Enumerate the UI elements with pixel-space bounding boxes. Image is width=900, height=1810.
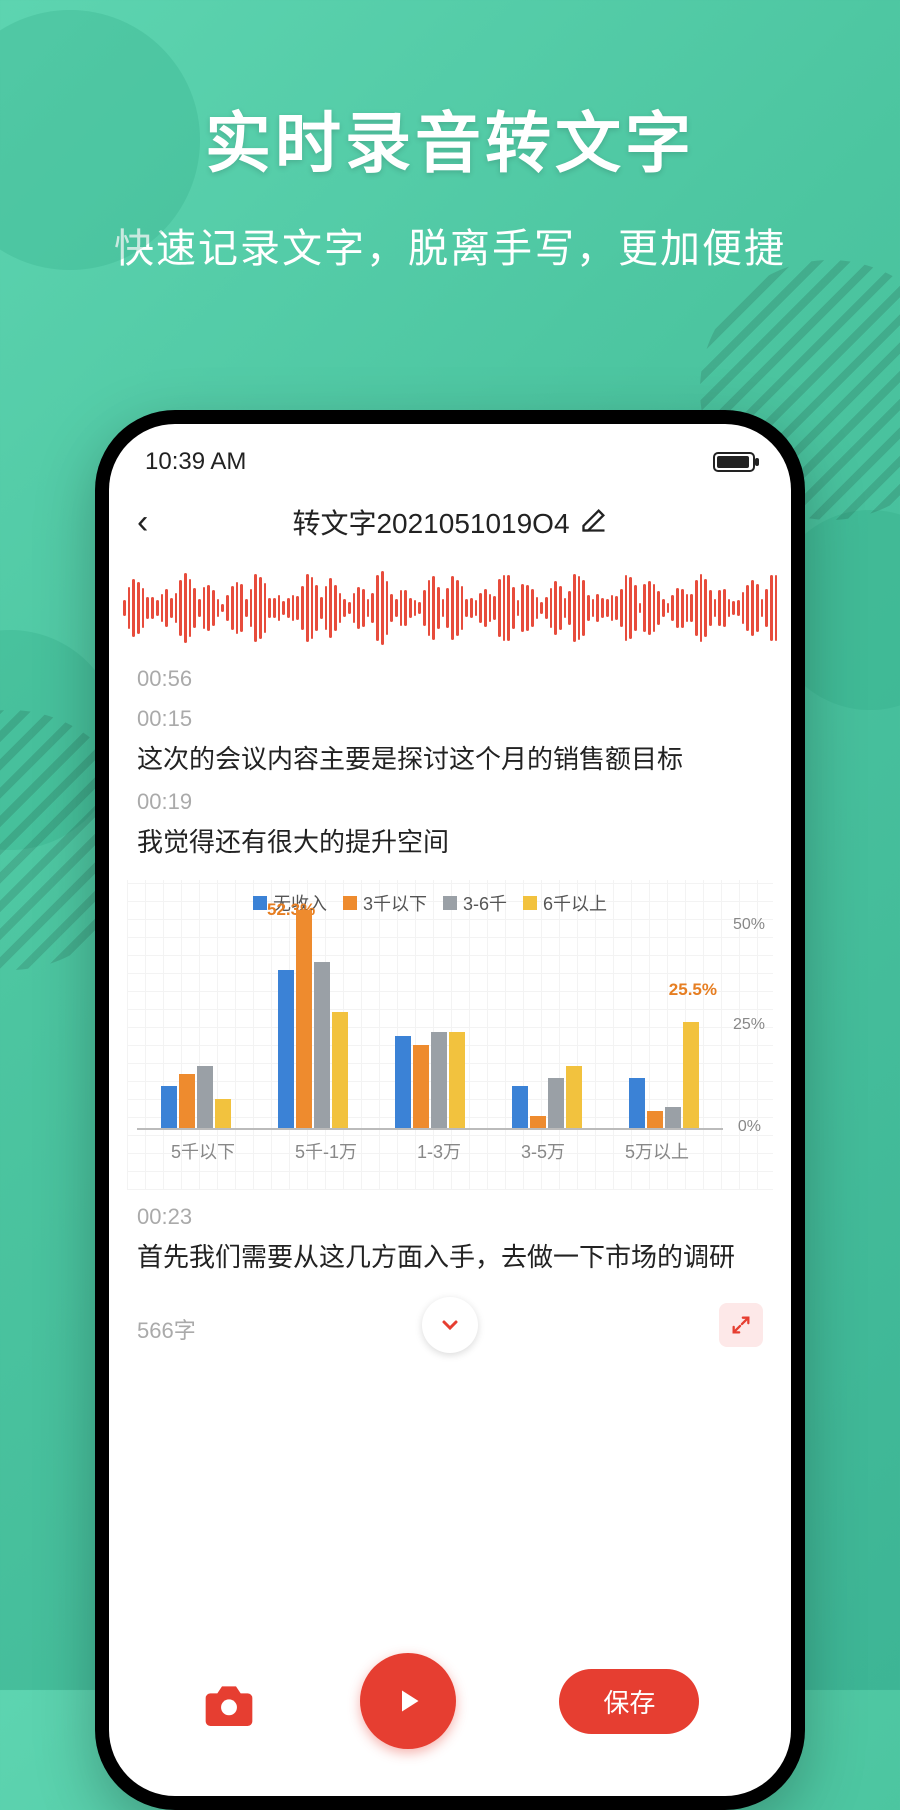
audio-waveform[interactable] [123,568,777,648]
collapse-button[interactable] [422,1297,478,1353]
bar [278,970,294,1128]
bar [683,1022,699,1128]
expand-icon [730,1314,752,1336]
bar [161,1086,177,1128]
edit-icon[interactable] [580,506,608,539]
play-icon [390,1683,426,1719]
entry-text: 这次的会议内容主要是探讨这个月的销售额目标 [137,740,763,779]
expand-button[interactable] [719,1303,763,1347]
word-count-bar: 566字 [109,1277,791,1353]
bar [647,1111,663,1128]
y-tick: 0% [738,1118,761,1136]
entry-text: 首先我们需要从这几方面入手，去做一下市场的调研 [137,1238,763,1277]
word-count: 566字 [137,1318,196,1343]
legend-item: 3-6千 [443,890,507,916]
bar-group [395,920,465,1128]
entry-timestamp: 00:19 [137,789,763,815]
transcript-entry: 00:19 我觉得还有很大的提升空间 [109,779,791,862]
bar [314,962,330,1128]
save-button[interactable]: 保存 [559,1669,699,1734]
bar [530,1116,546,1128]
chart-plot-area: 50% 25% 0% [137,920,723,1130]
entry-timestamp: 00:15 [137,706,763,732]
bar [296,910,312,1128]
bar [215,1099,231,1128]
transcript-entry: 00:23 首先我们需要从这几方面入手，去做一下市场的调研 [109,1194,791,1277]
nav-bar: ‹ 转文字2021051019O4 [109,486,791,562]
y-tick: 25% [733,1016,765,1034]
entry-text: 我觉得还有很大的提升空间 [137,823,763,862]
entry-timestamp: 00:23 [137,1204,763,1230]
bar [395,1036,411,1128]
bar [431,1032,447,1128]
bottom-toolbar: 保存 [109,1636,791,1796]
page-title: 转文字2021051019O4 [292,502,569,542]
bar-group [161,920,231,1128]
x-tick: 1-3万 [417,1138,461,1164]
camera-icon [201,1677,257,1733]
back-button[interactable]: ‹ [137,503,148,542]
legend-item: 6千以上 [523,890,607,916]
play-button[interactable] [360,1653,456,1749]
bar [512,1086,528,1128]
bar-group [629,920,699,1128]
transcript-entry: 00:15 这次的会议内容主要是探讨这个月的销售额目标 [109,696,791,779]
phone-screen: 10:39 AM ‹ 转文字2021051019O4 00:56 00:15 这… [109,424,791,1796]
bar [665,1107,681,1128]
bar [413,1045,429,1128]
bar [449,1032,465,1128]
phone-frame: 10:39 AM ‹ 转文字2021051019O4 00:56 00:15 这… [95,410,805,1810]
chart-container: 无收入3千以下3-6千6千以上 52.3% 25.5% 50% 25% 0% 5… [127,880,773,1190]
bar [332,1012,348,1128]
bar [629,1078,645,1128]
chart-x-labels: 5千以下 5千-1万 1-3万 3-5万 5万以上 [137,1138,723,1164]
x-tick: 5千-1万 [295,1138,357,1164]
legend-item: 3千以下 [343,890,427,916]
chart-legend: 无收入3千以下3-6千6千以上 [137,890,723,916]
bar-group [512,920,582,1128]
bar-group [278,920,348,1128]
x-tick: 5万以上 [625,1138,689,1164]
y-tick: 50% [733,916,765,934]
status-time: 10:39 AM [145,448,246,476]
audio-total-time: 00:56 [109,648,791,696]
bar [566,1066,582,1128]
x-tick: 5千以下 [171,1138,235,1164]
camera-button[interactable] [201,1677,257,1725]
bar [548,1078,564,1128]
bar [179,1074,195,1128]
chevron-down-icon [438,1313,462,1337]
status-bar: 10:39 AM [109,424,791,486]
battery-icon [713,452,755,472]
bar [197,1066,213,1128]
x-tick: 3-5万 [521,1138,565,1164]
